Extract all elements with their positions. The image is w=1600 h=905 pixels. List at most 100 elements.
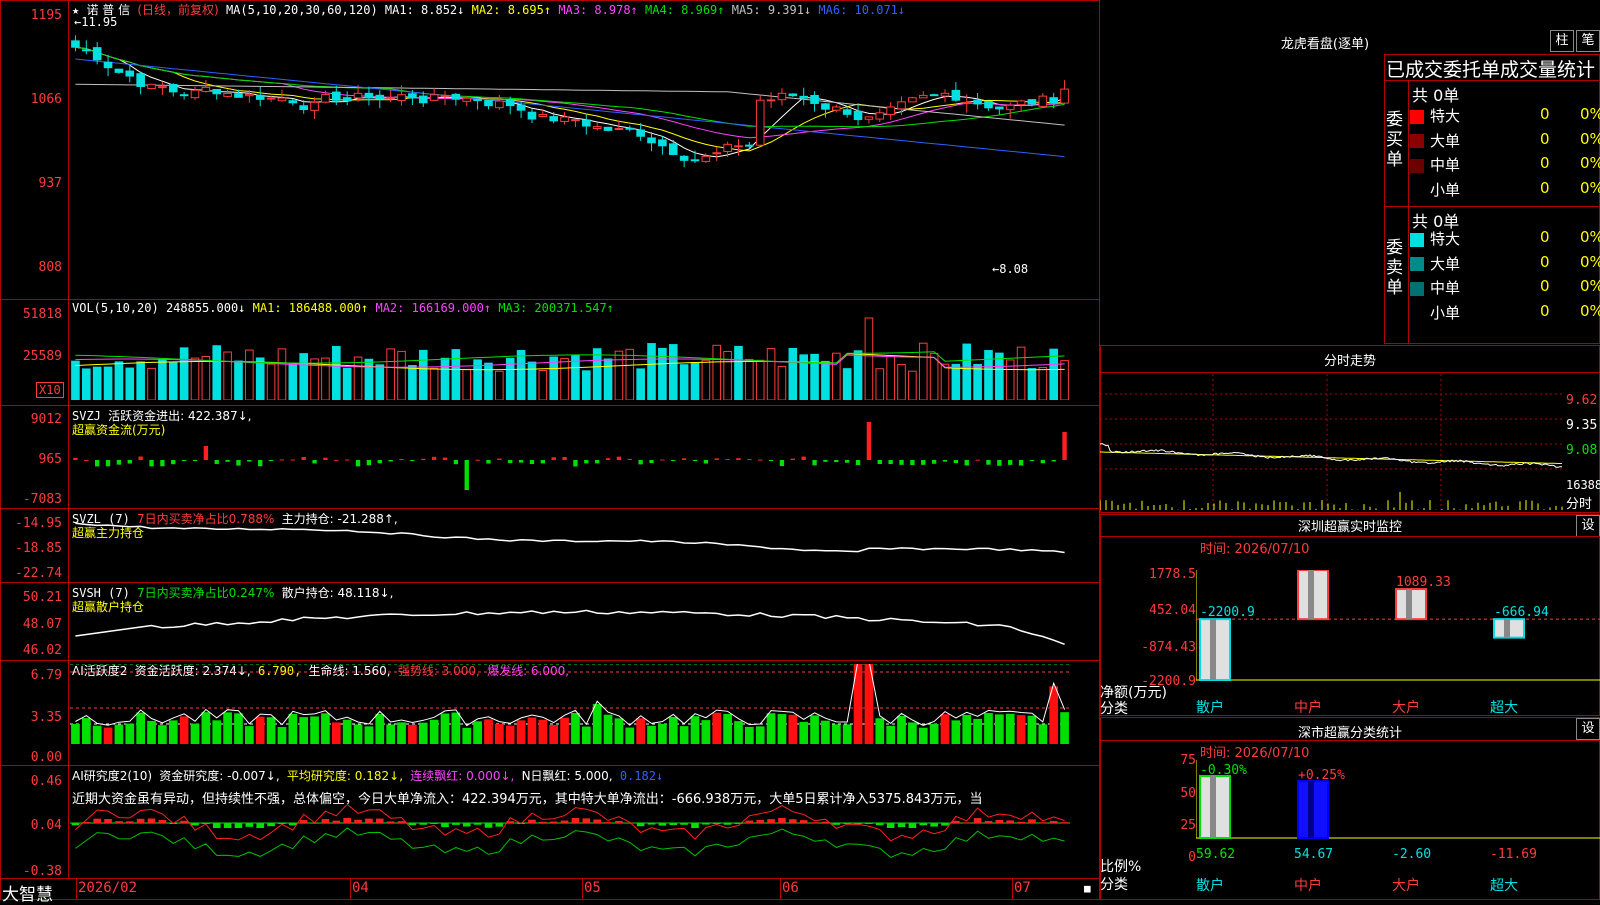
volume-bar <box>516 349 526 400</box>
minute-chart[interactable] <box>1100 374 1564 510</box>
bar-mode-button[interactable]: 柱 <box>1550 30 1574 52</box>
candle-body <box>125 70 135 77</box>
volume-bar <box>179 347 189 400</box>
volume-bar <box>71 360 80 400</box>
candle-body <box>397 94 406 101</box>
activity-bar <box>636 718 645 744</box>
sell-row: 特大 0 0% <box>1410 228 1600 250</box>
activity-bar <box>299 717 309 744</box>
candle-body <box>647 137 656 144</box>
buy-row-label: 大单 <box>1430 131 1461 150</box>
activity-bar <box>647 725 656 744</box>
sz-monitor-chart[interactable]: -2200.9 1778.5 1089.33 -666.94 散户 中户 大户 超大 <box>1196 570 1600 714</box>
candle-body <box>82 49 91 52</box>
research-bar <box>245 823 254 827</box>
volume-bar <box>332 345 341 400</box>
research-bar <box>528 819 536 823</box>
fund-flow-bar <box>236 460 241 466</box>
research-bar <box>767 819 775 823</box>
candle-body <box>1005 104 1015 111</box>
fund-flow-chart[interactable] <box>70 420 1100 504</box>
candle-body <box>538 114 548 118</box>
research-bar <box>549 821 558 823</box>
candle-body <box>745 144 754 147</box>
fund-flow-bar <box>171 460 176 465</box>
candle-body <box>158 86 167 89</box>
dragon-header: 已成交委托单成交量统计 <box>1386 59 1596 81</box>
activity-bar <box>277 727 287 744</box>
vol-axis-1: 51818 <box>22 307 62 322</box>
candle-body <box>755 99 765 146</box>
candle-body <box>484 99 493 107</box>
activity-bar <box>766 713 776 744</box>
research-bar <box>484 823 493 828</box>
szc-value-label: 54.67 <box>1294 847 1333 862</box>
research-bar <box>908 823 917 828</box>
sell-row: 中单 0 0% <box>1410 277 1600 299</box>
fund-flow-bar <box>1051 460 1056 462</box>
activity-bar <box>755 726 765 744</box>
brand-label[interactable]: 大智慧 <box>2 880 53 905</box>
activity-bar <box>1038 724 1048 744</box>
fund-flow-bar <box>921 460 926 465</box>
activity-bar <box>951 720 961 744</box>
sz-category-label: 超大 <box>1490 700 1518 714</box>
activity-bar <box>245 726 254 744</box>
sz-class-chart[interactable]: -0.30% +0.25% 59.62 54.67 -2.60 -11.69 散户 中户 大户 超… <box>1196 760 1600 900</box>
candle-body <box>440 94 450 97</box>
volume-bar <box>538 369 548 400</box>
fund-flow-bar <box>725 458 730 460</box>
ai1-axis-1: 6.79 <box>30 668 62 683</box>
divider-ai2 <box>0 765 1100 766</box>
candle-body <box>375 94 385 100</box>
volume-bar <box>853 350 863 400</box>
sz-monitor-title-divider <box>1100 536 1600 537</box>
candle-body <box>103 61 113 69</box>
volume-bar <box>864 317 874 400</box>
buy-swatch <box>1410 183 1424 197</box>
fund-flow-bar <box>910 460 915 466</box>
sz-class-settings-button[interactable]: 设 <box>1576 718 1600 740</box>
fund-flow-bar <box>377 460 382 464</box>
fund-flow-bar <box>551 457 556 460</box>
fund-flow-bar <box>442 457 448 460</box>
dragon-header-divider <box>1384 80 1600 81</box>
fund-flow-bar <box>1040 460 1045 464</box>
lock-icon[interactable]: ■ <box>1084 882 1091 895</box>
research-bar <box>789 819 797 823</box>
volume-bar <box>647 343 656 400</box>
vol-label: VOL(5,10,20) <box>72 301 159 315</box>
candle-body <box>516 104 526 111</box>
main-position-chart[interactable] <box>70 512 1100 580</box>
sz-monitor-settings-button[interactable]: 设 <box>1576 515 1600 537</box>
activity-bar <box>614 718 624 744</box>
volume-bar <box>886 355 895 400</box>
ai-activity-chart[interactable] <box>70 664 1100 763</box>
sz-net-bar-shade <box>1308 570 1314 620</box>
research-bar <box>191 823 199 826</box>
fund-flow-bar <box>834 460 839 463</box>
research-bar <box>778 818 786 823</box>
retail-position-chart[interactable] <box>70 586 1100 658</box>
ma-item-3: MA3: 8.978↑ <box>558 3 646 17</box>
volume-bar <box>625 348 635 400</box>
volume-bar <box>571 355 580 400</box>
candle-body <box>1027 99 1037 105</box>
sz-net-value: -2200.9 <box>1200 605 1255 620</box>
tick-mode-button[interactable]: 笔 <box>1576 30 1600 52</box>
candle-body <box>114 68 124 73</box>
candlestick-chart[interactable] <box>70 18 1100 298</box>
candle-body <box>571 119 580 122</box>
sell-row-pct: 0% <box>1580 252 1600 271</box>
research-bar <box>919 823 928 826</box>
buy-row: 中单 0 0% <box>1410 154 1600 176</box>
buy-swatch <box>1410 109 1424 124</box>
sz-class-time: 时间: 2026/07/10 <box>1200 746 1310 761</box>
period-label[interactable]: (日线，前复权) <box>137 3 218 17</box>
szc-change-label: +0.25% <box>1298 768 1345 783</box>
volume-chart[interactable] <box>70 314 1100 400</box>
volume-bar <box>636 368 645 400</box>
ai-research-chart[interactable] <box>70 805 1100 877</box>
volume-bar <box>288 363 298 400</box>
volume-bar <box>125 367 135 400</box>
